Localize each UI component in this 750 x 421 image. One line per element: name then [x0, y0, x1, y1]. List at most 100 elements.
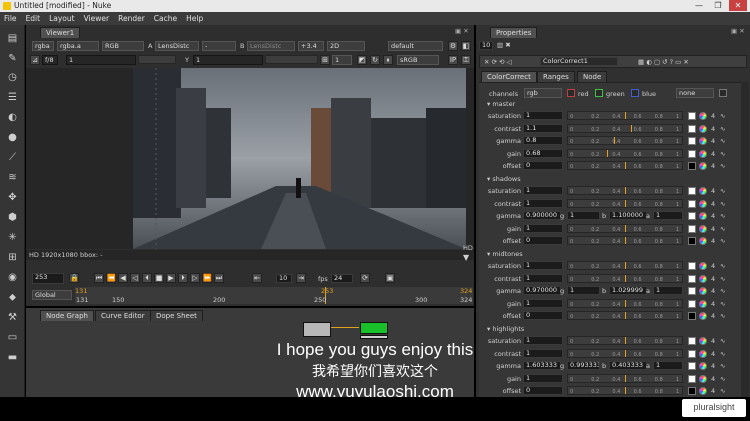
- gamma-b-field[interactable]: 1.029999: [609, 286, 647, 295]
- channel-count-button[interactable]: 4: [711, 237, 715, 245]
- menu-file[interactable]: File: [0, 12, 22, 23]
- gain-field[interactable]: 1: [523, 298, 563, 308]
- offset-slider[interactable]: 0 0.2 0.4 0.6 0.8 1: [567, 311, 683, 320]
- viewer-settings-icon[interactable]: ⚙: [448, 41, 458, 51]
- animation-curve-icon[interactable]: ∿: [720, 162, 725, 170]
- proxy-select[interactable]: 1: [332, 55, 352, 65]
- saturation-slider[interactable]: 0 0.2 0.4 0.6 0.8 1: [567, 186, 683, 195]
- gamma-slider[interactable]: [265, 55, 318, 64]
- color-wheel-icon[interactable]: [699, 162, 707, 170]
- gain-field[interactable]: 1: [523, 223, 563, 233]
- goto-end-icon[interactable]: ⏭: [214, 273, 224, 283]
- color-swatch[interactable]: [688, 124, 696, 133]
- input-b-select[interactable]: LensDistc: [247, 41, 295, 51]
- timeline-bar[interactable]: 131 253 324 131 150 200 250 300 324: [75, 287, 473, 304]
- animation-curve-icon[interactable]: ∿: [720, 150, 725, 158]
- color-wheel-icon[interactable]: [699, 124, 707, 133]
- color-swatch[interactable]: [688, 262, 696, 270]
- menu-help[interactable]: Help: [182, 12, 208, 23]
- channel-count-button[interactable]: 4: [711, 275, 715, 283]
- skip-back-icon[interactable]: ⇤: [252, 273, 262, 283]
- color-wheel-icon[interactable]: [699, 299, 707, 308]
- channel-count-button[interactable]: 4: [711, 262, 715, 270]
- color-wheel-icon[interactable]: [699, 287, 707, 295]
- display-select[interactable]: RGB: [102, 41, 144, 51]
- channel-count-button[interactable]: 4: [711, 212, 715, 220]
- 3d-nodes-icon[interactable]: ⬢: [6, 212, 19, 224]
- keyer-nodes-icon[interactable]: ⟋: [6, 152, 19, 164]
- channel-count-button[interactable]: 4: [711, 112, 715, 120]
- current-frame-marker[interactable]: 253: [321, 287, 333, 295]
- color-swatch[interactable]: [688, 224, 696, 233]
- header-icons[interactable]: ✕ ⟳ ⟲ ◁: [484, 58, 512, 66]
- play-forward-icon[interactable]: ▶: [166, 273, 176, 283]
- section-header-shadows[interactable]: ▾ shadows: [487, 175, 521, 183]
- step-back-icon[interactable]: ⏴: [142, 273, 152, 283]
- viewer-canvas[interactable]: [26, 68, 474, 249]
- channel-count-button[interactable]: 4: [711, 187, 715, 195]
- input-process-ip-icon[interactable]: IP: [448, 55, 458, 65]
- color-swatch[interactable]: [688, 274, 696, 283]
- gain-slider[interactable]: 0 0.2 0.4 0.6 0.8 1: [567, 223, 683, 233]
- contrast-slider[interactable]: 0 0.2 0.4 0.6 0.8 1: [567, 198, 683, 208]
- gain-slider[interactable]: 0 0.2 0.4 0.6 0.8 1: [567, 148, 683, 158]
- channel-count-button[interactable]: 4: [711, 150, 715, 158]
- draw-nodes-icon[interactable]: ✎: [6, 53, 19, 65]
- gamma-r-field[interactable]: 0.970000: [523, 286, 561, 295]
- channel-count-button[interactable]: 4: [711, 137, 715, 145]
- gain-value[interactable]: +3.4: [298, 41, 324, 51]
- channels-select[interactable]: rgb: [524, 88, 562, 98]
- merge-nodes-icon[interactable]: ≋: [6, 172, 19, 184]
- slider-knob[interactable]: [613, 137, 615, 144]
- channel-count-button[interactable]: 4: [711, 225, 715, 233]
- roi-icon[interactable]: ◩: [357, 55, 367, 65]
- contrast-slider[interactable]: 0 0.2 0.4 0.6 0.8 1: [567, 123, 683, 133]
- animation-curve-icon[interactable]: ∿: [720, 125, 725, 133]
- channel-count-button[interactable]: 4: [711, 125, 715, 133]
- channel-count-button[interactable]: 4: [711, 287, 715, 295]
- tab-node[interactable]: Node: [577, 71, 608, 82]
- next-keyframe-icon[interactable]: ⏩: [202, 273, 212, 283]
- animation-curve-icon[interactable]: ∿: [720, 262, 725, 270]
- exposure-toggle-icon[interactable]: ⊿: [30, 55, 40, 65]
- slider-knob[interactable]: [630, 124, 632, 132]
- offset-field[interactable]: 0: [523, 311, 563, 320]
- gamma-a-field[interactable]: 1: [653, 211, 683, 220]
- blue-checkbox[interactable]: [631, 89, 639, 97]
- menu-viewer[interactable]: Viewer: [80, 12, 115, 23]
- time-nodes-icon[interactable]: ◷: [6, 72, 19, 84]
- tab-curve-editor[interactable]: Curve Editor: [95, 310, 151, 321]
- offset-slider[interactable]: 0 0.2 0.4 0.6 0.8 1: [567, 161, 683, 170]
- animation-curve-icon[interactable]: ∿: [720, 287, 725, 295]
- mask-checkbox[interactable]: [719, 89, 727, 97]
- gain-slider[interactable]: 0 0.2 0.4 0.6 0.8 1: [567, 298, 683, 308]
- color-wheel-icon[interactable]: [699, 112, 707, 120]
- color-swatch[interactable]: [688, 299, 696, 308]
- channel-count-button[interactable]: 4: [711, 162, 715, 170]
- clear-panels-icon[interactable]: ▥ ✖: [497, 41, 511, 49]
- flipbook-icon[interactable]: ▣: [385, 273, 395, 283]
- section-header-midtones[interactable]: ▾ midtones: [487, 250, 523, 258]
- color-wheel-icon[interactable]: [699, 262, 707, 270]
- offset-slider[interactable]: 0 0.2 0.4 0.6 0.8 1: [567, 236, 683, 245]
- color-swatch[interactable]: [688, 112, 696, 120]
- skip-forward-icon[interactable]: ⇥: [296, 273, 306, 283]
- step-field[interactable]: 10: [276, 274, 292, 283]
- properties-close-icon[interactable]: ▣ ✕: [731, 27, 745, 35]
- color-swatch[interactable]: [688, 287, 696, 295]
- step-forward-icon[interactable]: ⏵: [178, 273, 188, 283]
- saturation-field[interactable]: 1: [523, 111, 563, 120]
- menu-cache[interactable]: Cache: [150, 12, 182, 23]
- filter-nodes-icon[interactable]: ●: [6, 132, 19, 144]
- color-wheel-icon[interactable]: [699, 312, 707, 320]
- animation-curve-icon[interactable]: ∿: [720, 200, 725, 208]
- green-checkbox[interactable]: [595, 89, 603, 97]
- animation-curve-icon[interactable]: ∿: [720, 187, 725, 195]
- refresh-icon[interactable]: ↻: [370, 55, 380, 65]
- saturation-slider[interactable]: 0 0.2 0.4 0.6 0.8 1: [567, 261, 683, 270]
- contrast-field[interactable]: 1: [523, 198, 563, 208]
- animation-curve-icon[interactable]: ∿: [720, 225, 725, 233]
- gamma-r-field[interactable]: 0.900000: [523, 211, 561, 220]
- deep-nodes-icon[interactable]: ⊞: [6, 252, 19, 264]
- colorcorrect-node[interactable]: [360, 322, 388, 334]
